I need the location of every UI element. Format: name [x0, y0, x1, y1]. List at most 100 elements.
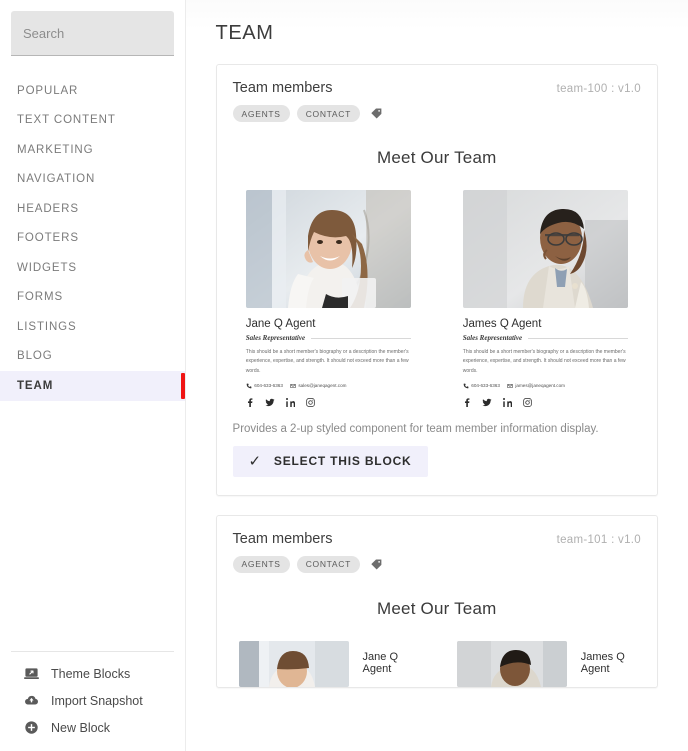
- members-inline-grid: Jane Q Agent James Q Agent: [238, 640, 635, 687]
- instagram-icon[interactable]: [523, 398, 532, 407]
- card-title: Team members: [232, 530, 333, 547]
- sidebar-item-label: HEADERS: [17, 202, 79, 215]
- chip-contact[interactable]: CONTACT: [296, 105, 361, 122]
- member-email[interactable]: sales@janeqagent.com: [290, 383, 347, 389]
- sidebar-item-headers[interactable]: HEADERS: [0, 194, 185, 224]
- tag-icon[interactable]: [370, 558, 383, 571]
- divider: [528, 337, 628, 339]
- chip-contact[interactable]: CONTACT: [296, 555, 361, 573]
- member-photo-jane: [245, 190, 411, 308]
- sidebar-item-text-content[interactable]: TEXT CONTENT: [0, 106, 185, 136]
- divider: [311, 337, 411, 339]
- team-member: James Q Agent Sales Representative This …: [462, 190, 628, 407]
- theme-blocks-button[interactable]: Theme Blocks: [11, 660, 174, 687]
- sidebar-item-listings[interactable]: LISTINGS: [0, 312, 185, 342]
- sidebar-item-label: FORMS: [17, 291, 64, 304]
- sidebar-item-forms[interactable]: FORMS: [0, 283, 185, 313]
- member-role: Sales Representative: [245, 334, 306, 342]
- sidebar-footer: Theme Blocks Import Snapshot New Block: [11, 651, 174, 751]
- block-preview: Meet Our Team: [217, 122, 657, 407]
- member-phone[interactable]: 604-633-6363: [463, 383, 500, 389]
- facebook-icon[interactable]: [246, 398, 254, 407]
- linkedin-icon[interactable]: [285, 397, 295, 407]
- active-indicator: [180, 373, 185, 399]
- select-button-label: SELECT THIS BLOCK: [273, 454, 412, 469]
- search-container: [0, 0, 185, 56]
- member-email-text: sales@janeqagent.com: [298, 383, 347, 389]
- member-email[interactable]: james@janeqagent.com: [507, 383, 565, 389]
- sidebar-item-label: MARKETING: [17, 143, 94, 156]
- sidebar-item-popular[interactable]: POPULAR: [0, 76, 185, 106]
- new-block-button[interactable]: New Block: [11, 714, 174, 741]
- block-card-team-100[interactable]: Team members team-100 : v1.0 AGENTS CONT…: [215, 64, 658, 496]
- member-photo-james: [456, 640, 567, 687]
- member-name: James Q Agent: [462, 318, 542, 330]
- member-bio: This should be a short member's biograph…: [245, 349, 409, 374]
- member-role-row: Sales Representative: [246, 334, 411, 342]
- category-nav: POPULAR TEXT CONTENT MARKETING NAVIGATIO…: [0, 76, 185, 401]
- card-version: team-100 : v1.0: [556, 83, 641, 95]
- member-name: Jane Q Agent: [362, 650, 398, 675]
- member-bio: This should be a short member's biograph…: [462, 349, 626, 374]
- card-header: Team members team-101 : v1.0: [217, 516, 657, 547]
- member-phone-text: 604-633-6363: [471, 383, 500, 389]
- import-snapshot-button[interactable]: Import Snapshot: [11, 687, 174, 714]
- new-block-label: New Block: [51, 720, 111, 735]
- main-content: TEAM Team members team-100 : v1.0 AGENTS…: [185, 0, 688, 751]
- preview-heading: Meet Our Team: [377, 598, 497, 618]
- member-phone-text: 604-633-6363: [254, 383, 283, 389]
- select-this-block-button[interactable]: ✓ SELECT THIS BLOCK: [232, 445, 428, 477]
- sidebar-item-team[interactable]: TEAM: [0, 371, 185, 401]
- twitter-icon[interactable]: [265, 398, 275, 407]
- member-email-text: james@janeqagent.com: [515, 383, 565, 389]
- card-chips: AGENTS CONTACT: [217, 547, 657, 573]
- member-role-row: Sales Representative: [463, 334, 628, 342]
- sidebar-item-footers[interactable]: FOOTERS: [0, 224, 185, 254]
- team-member: Jane Q Agent Sales Representative This s…: [245, 190, 411, 407]
- card-chips: AGENTS CONTACT: [217, 96, 657, 122]
- member-photo-james: [462, 190, 628, 308]
- team-member: James Q Agent: [456, 640, 635, 687]
- members-grid: Jane Q Agent Sales Representative This s…: [239, 190, 635, 407]
- member-role: Sales Representative: [462, 334, 523, 342]
- member-social-links: [463, 397, 628, 407]
- check-icon: ✓: [248, 452, 262, 470]
- member-photo-jane: [238, 640, 349, 687]
- chip-agents[interactable]: AGENTS: [232, 555, 290, 573]
- block-preview: Meet Our Team: [217, 573, 657, 687]
- card-description: Provides a 2-up styled component for tea…: [232, 422, 599, 435]
- sidebar-item-widgets[interactable]: WIDGETS: [0, 253, 185, 283]
- member-phone[interactable]: 604-633-6363: [246, 383, 283, 389]
- block-card-team-101[interactable]: Team members team-101 : v1.0 AGENTS CONT…: [215, 514, 658, 688]
- instagram-icon[interactable]: [306, 398, 315, 407]
- search-input[interactable]: [11, 11, 174, 56]
- sidebar-item-blog[interactable]: BLOG: [0, 342, 185, 372]
- linkedin-icon[interactable]: [502, 397, 512, 407]
- sidebar-item-label: TEAM: [17, 379, 54, 392]
- card-title: Team members: [232, 80, 333, 96]
- card-version: team-101 : v1.0: [556, 533, 641, 546]
- app-root: POPULAR TEXT CONTENT MARKETING NAVIGATIO…: [0, 0, 688, 751]
- theme-blocks-label: Theme Blocks: [51, 666, 131, 681]
- preview-heading: Meet Our Team: [377, 148, 497, 167]
- plus-circle-icon: [23, 720, 39, 736]
- sidebar-item-label: BLOG: [17, 350, 53, 363]
- chip-agents[interactable]: AGENTS: [232, 105, 290, 122]
- sidebar-item-label: TEXT CONTENT: [17, 114, 116, 127]
- card-actions: ✓ SELECT THIS BLOCK: [217, 435, 657, 495]
- member-social-links: [246, 397, 411, 407]
- sidebar-item-marketing[interactable]: MARKETING: [0, 135, 185, 165]
- member-name: Jane Q Agent: [245, 318, 316, 330]
- sidebar-item-navigation[interactable]: NAVIGATION: [0, 165, 185, 195]
- tag-icon[interactable]: [370, 107, 383, 120]
- page-title: TEAM: [215, 22, 274, 44]
- import-snapshot-label: Import Snapshot: [51, 693, 143, 708]
- facebook-icon[interactable]: [463, 398, 471, 407]
- member-name: James Q Agent: [580, 650, 625, 675]
- member-contact: 604-633-6363 james@janeqagent.com: [463, 383, 628, 389]
- sidebar-item-label: POPULAR: [17, 84, 79, 97]
- twitter-icon[interactable]: [482, 398, 492, 407]
- sidebar: POPULAR TEXT CONTENT MARKETING NAVIGATIO…: [0, 0, 186, 751]
- sidebar-item-label: FOOTERS: [17, 232, 79, 245]
